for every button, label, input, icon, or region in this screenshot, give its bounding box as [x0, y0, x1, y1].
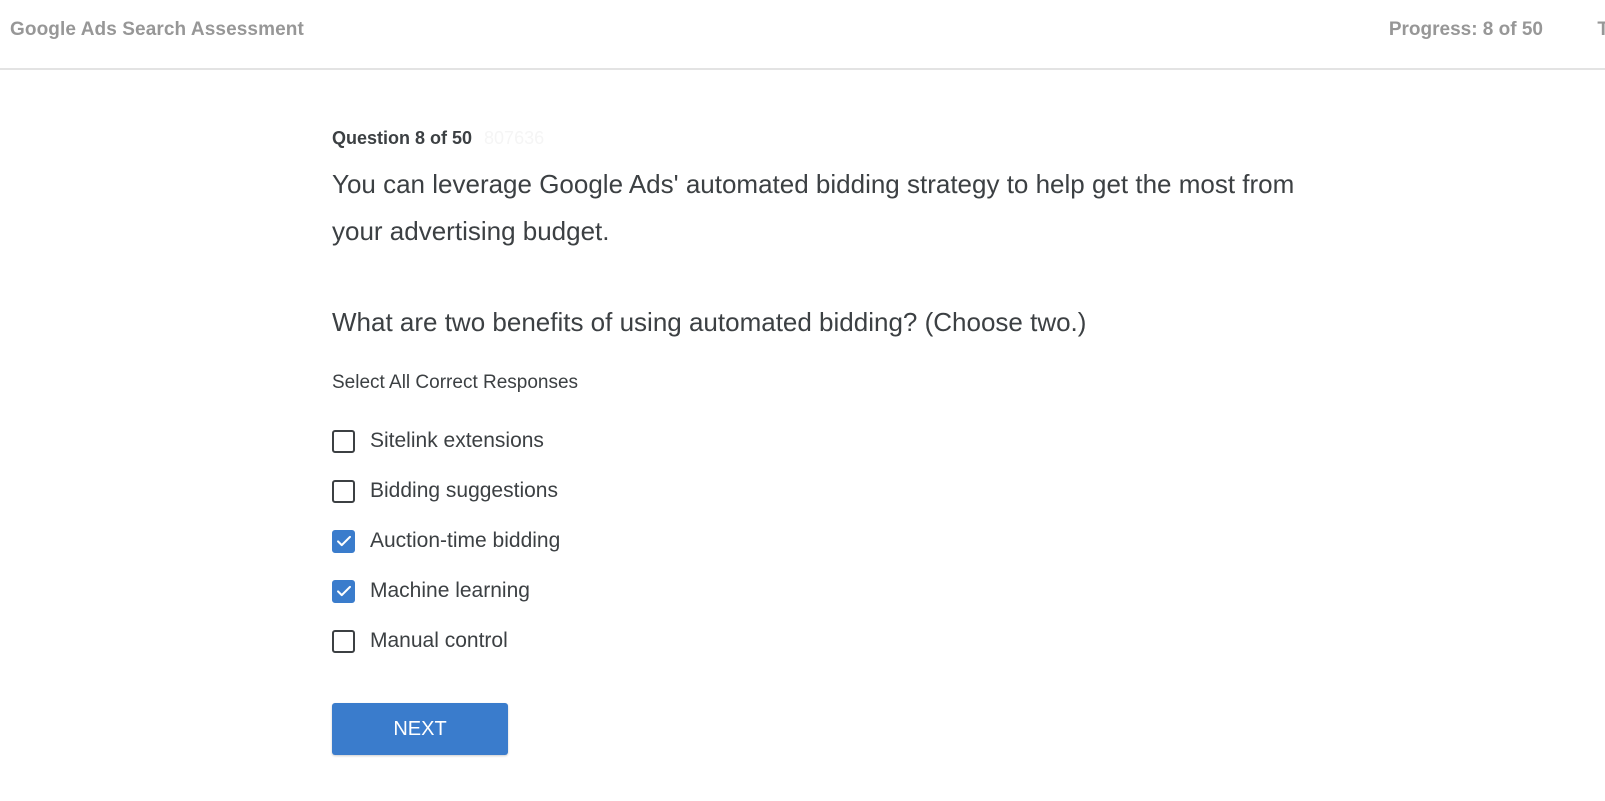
option-label: Manual control [370, 629, 508, 652]
option-manual-control[interactable]: Manual control [332, 616, 1332, 666]
app-title: Google Ads Search Assessment [10, 19, 304, 40]
question-panel: Question 8 of 50 807636 You can leverage … [332, 124, 1332, 755]
option-bidding-suggestions[interactable]: Bidding suggestions [332, 466, 1332, 516]
checkmark-icon [336, 585, 351, 597]
answer-options: Sitelink extensions Bidding suggestions … [332, 416, 1332, 666]
next-button[interactable]: NEXT [332, 703, 508, 755]
question-text: You can leverage Google Ads' automated b… [332, 169, 1295, 246]
select-hint: Select All Correct Responses [332, 372, 579, 393]
checkbox-checked[interactable] [332, 579, 355, 603]
checkbox[interactable] [332, 479, 355, 503]
question-number-label: Question 8 of 50 [332, 128, 473, 148]
option-label: Sitelink extensions [370, 429, 544, 452]
checkbox-checked[interactable] [332, 529, 355, 553]
question-id: 807636 [484, 128, 545, 148]
progress-indicator: Progress: 8 of 50 [1388, 19, 1543, 40]
option-sitelink-extensions[interactable]: Sitelink extensions [332, 416, 1332, 466]
option-label: Auction-time bidding [370, 529, 561, 552]
top-bar: Google Ads Search Assessment Progress: 8… [0, 0, 1605, 70]
question-number: Question 8 of 50 807636 [332, 128, 1332, 149]
question-prompt: What are two benefits of using automated… [332, 307, 1087, 337]
checkbox[interactable] [332, 629, 355, 653]
truncated-header-text: T [1597, 19, 1605, 40]
option-machine-learning[interactable]: Machine learning [332, 566, 1332, 616]
checkbox[interactable] [332, 429, 355, 453]
option-label: Machine learning [370, 579, 530, 602]
checkmark-icon [336, 535, 351, 547]
option-label: Bidding suggestions [370, 479, 558, 502]
option-auction-time-bidding[interactable]: Auction-time bidding [332, 516, 1332, 566]
